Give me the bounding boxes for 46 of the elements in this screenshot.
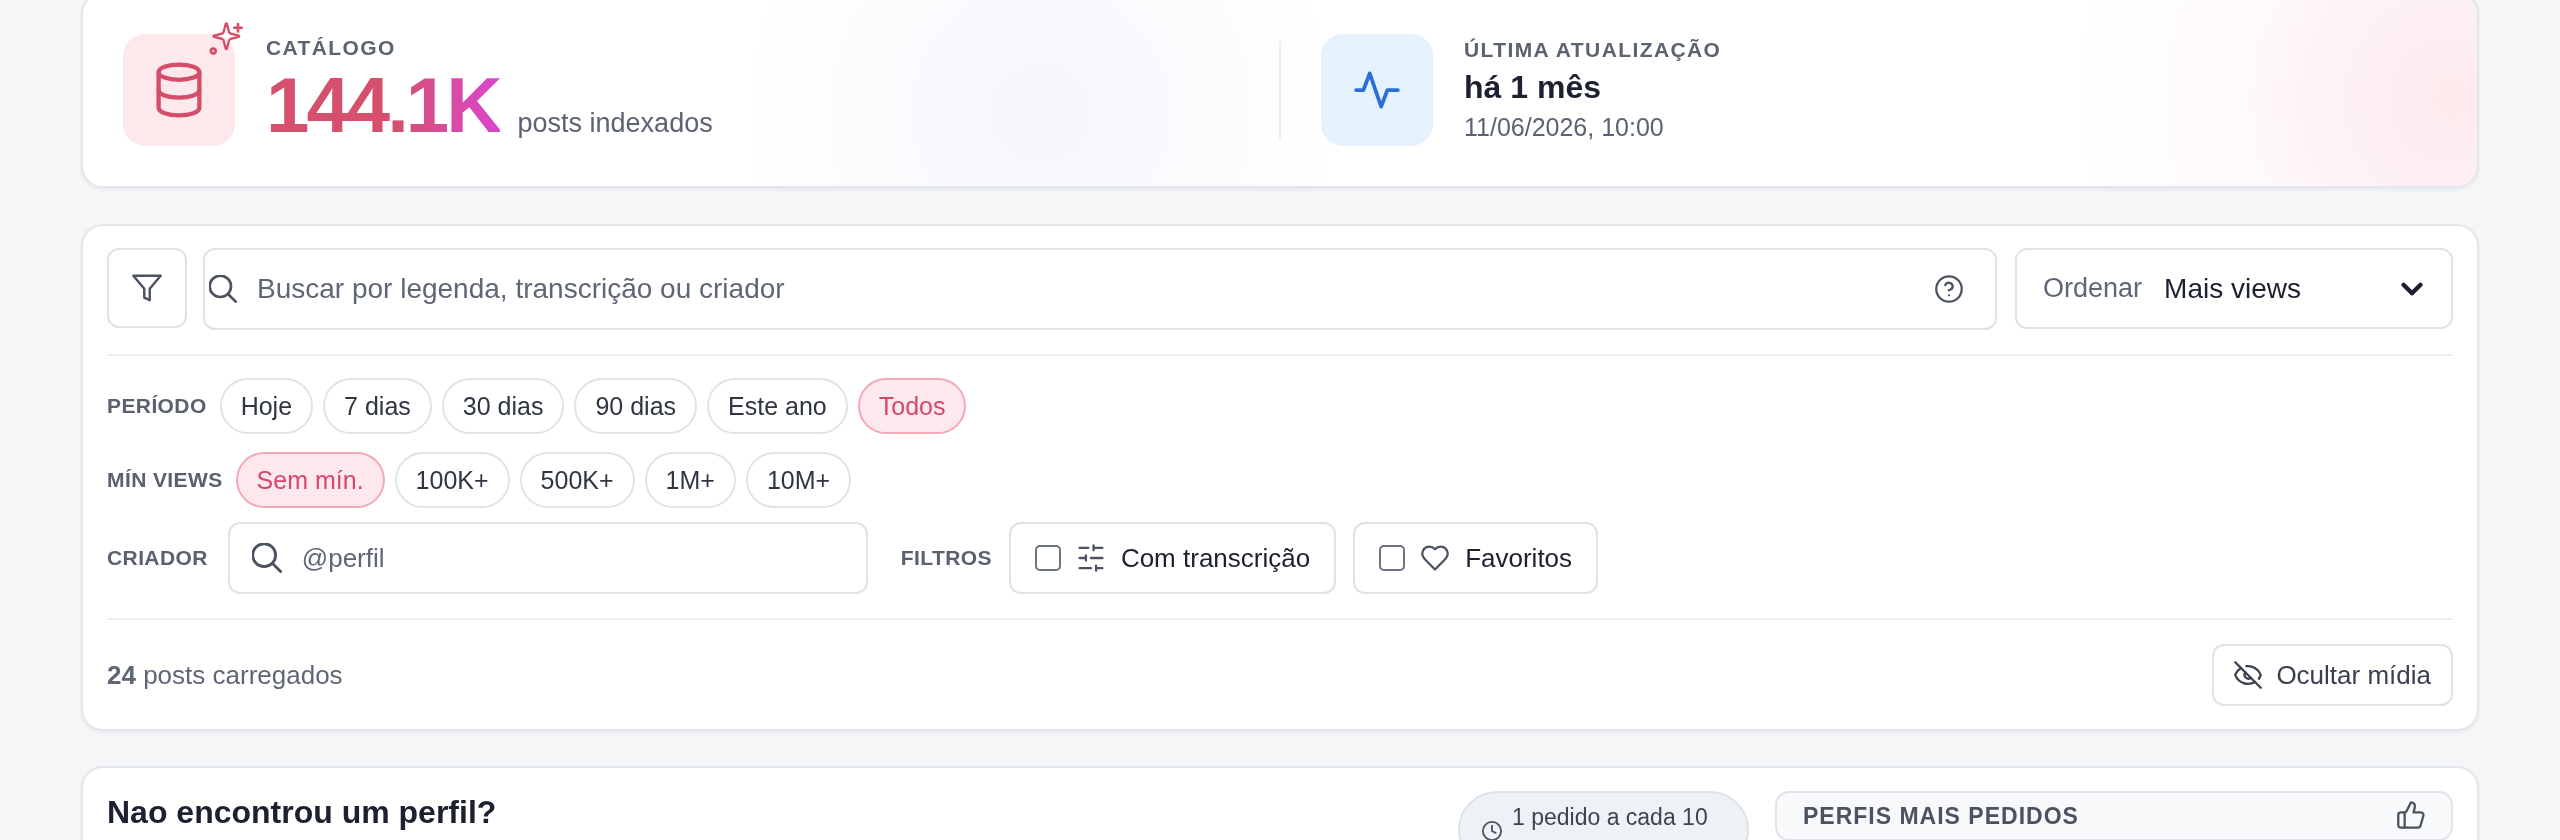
sparkle-icon (208, 21, 244, 57)
views-chip[interactable]: 1M+ (644, 452, 736, 508)
activity-icon (1321, 34, 1433, 146)
creator-field[interactable]: @perfil (227, 522, 868, 594)
heart-icon (1421, 544, 1450, 572)
checkbox[interactable] (1379, 545, 1406, 571)
period-chip[interactable]: Este ano (707, 378, 848, 434)
filter-toggle[interactable]: Com transcrição (1008, 522, 1337, 594)
database-icon (123, 34, 235, 146)
stat-label: CATÁLOGO (266, 35, 397, 61)
period-chip[interactable]: 7 dias (323, 378, 432, 434)
views-chip[interactable]: 500K+ (519, 452, 635, 508)
timestamp: 11/06/2026, 10:00 (1464, 112, 1665, 143)
checkbox[interactable] (1034, 545, 1061, 571)
stat-value: há 1 mês (1464, 68, 1602, 107)
thumbs-up-icon (2397, 801, 2425, 829)
clock-icon (1482, 821, 1502, 840)
filter-icon (132, 273, 162, 303)
filter-button[interactable] (107, 248, 187, 328)
panel-title: PERFIS MAIS PEDIDOS (1803, 803, 2079, 829)
filter-toggle[interactable]: Favoritos (1353, 522, 1599, 594)
row-label: CRIADOR (107, 546, 208, 570)
period-chip[interactable]: Hoje (219, 378, 314, 434)
views-chip[interactable]: 100K+ (394, 452, 510, 508)
request-title: Nao encontrou um perfil? (107, 793, 498, 831)
search-icon (209, 275, 237, 303)
period-chip[interactable]: Todos (857, 378, 967, 434)
sliders-icon (1076, 544, 1105, 572)
stat-label: ÚLTIMA ATUALIZAÇÃO (1464, 37, 1722, 63)
row-label: FILTROS (900, 546, 992, 570)
results-count: 24 posts carregados (107, 659, 343, 691)
eye-off-icon (2234, 661, 2263, 689)
sort-dropdown[interactable]: Ordenar Mais views (2015, 248, 2453, 329)
row-label: PERÍODO (107, 394, 207, 418)
search-field[interactable]: Buscar por legenda, transcrição ou criador (203, 248, 1997, 330)
search-icon (251, 543, 282, 573)
hide-media-button[interactable]: Ocultar mídia (2212, 644, 2453, 706)
views-chip[interactable]: Sem mín. (235, 452, 385, 508)
row-label: MÍN VIEWS (107, 468, 223, 492)
period-chip[interactable]: 30 dias (441, 378, 565, 434)
chevron-down-icon (2401, 281, 2423, 296)
rate-limit-text: 1 pedido a cada 10 (1512, 803, 1708, 831)
help-icon[interactable] (1935, 275, 1963, 303)
views-chip[interactable]: 10M+ (745, 452, 852, 508)
stat-caption: posts indexados (517, 108, 713, 139)
period-chip[interactable]: 90 dias (574, 378, 698, 434)
